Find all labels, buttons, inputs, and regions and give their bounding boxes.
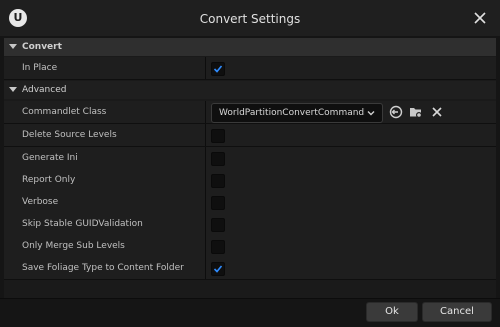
generate-ini-label: Generate Ini xyxy=(22,153,78,163)
row-divider xyxy=(205,124,206,146)
commandlet-class-label: Commandlet Class xyxy=(22,107,107,117)
skip-stable-guid-checkbox[interactable] xyxy=(211,218,225,232)
row-divider xyxy=(205,213,206,235)
verbose-checkbox[interactable] xyxy=(211,196,225,210)
row-only-merge-sub-levels: Only Merge Sub Levels xyxy=(4,235,496,258)
chevron-down-icon xyxy=(367,111,375,116)
section-convert-label: Convert xyxy=(22,42,62,52)
commandlet-class-value: WorldPartitionConvertCommandlet xyxy=(219,108,365,118)
only-merge-sub-levels-checkbox[interactable] xyxy=(211,240,225,254)
window-title: Convert Settings xyxy=(199,12,301,26)
details-panel: Convert In Place Advanced Commandlet Cla… xyxy=(4,38,496,298)
row-divider xyxy=(205,257,206,279)
delete-source-levels-checkbox[interactable] xyxy=(211,129,225,143)
clear-icon[interactable] xyxy=(429,104,445,120)
ok-button[interactable]: Ok xyxy=(366,302,418,322)
row-divider xyxy=(205,101,206,123)
row-in-place: In Place xyxy=(4,57,496,80)
row-commandlet-class: Commandlet Class WorldPartitionConvertCo… xyxy=(4,101,496,124)
save-foliage-type-checkbox[interactable] xyxy=(211,262,225,276)
row-save-foliage-type: Save Foliage Type to Content Folder xyxy=(4,257,496,280)
cancel-button[interactable]: Cancel xyxy=(422,302,492,322)
row-delete-source-levels: Delete Source Levels xyxy=(4,124,496,147)
footer-divider xyxy=(0,298,500,299)
row-divider xyxy=(205,147,206,169)
convert-settings-window: U Convert Settings Convert In Place Adva… xyxy=(0,0,500,327)
row-generate-ini: Generate Ini xyxy=(4,147,496,170)
in-place-label: In Place xyxy=(22,63,58,73)
report-only-label: Report Only xyxy=(22,175,76,185)
row-divider xyxy=(205,235,206,257)
chevron-down-icon xyxy=(9,44,17,49)
section-advanced[interactable]: Advanced xyxy=(4,81,496,99)
close-icon[interactable] xyxy=(470,8,490,28)
section-advanced-label: Advanced xyxy=(22,85,67,95)
row-verbose: Verbose xyxy=(4,191,496,214)
chevron-down-icon xyxy=(9,87,17,92)
verbose-label: Verbose xyxy=(22,197,59,207)
row-report-only: Report Only xyxy=(4,169,496,192)
use-selected-icon[interactable] xyxy=(388,104,404,120)
report-only-checkbox[interactable] xyxy=(211,174,225,188)
only-merge-sub-levels-label: Only Merge Sub Levels xyxy=(22,241,125,251)
row-divider xyxy=(205,57,206,79)
generate-ini-checkbox[interactable] xyxy=(211,152,225,166)
delete-source-levels-label: Delete Source Levels xyxy=(22,130,117,140)
title-bar: U Convert Settings xyxy=(0,0,500,36)
browse-icon[interactable] xyxy=(408,104,424,120)
save-foliage-type-label: Save Foliage Type to Content Folder xyxy=(22,263,184,273)
commandlet-class-dropdown[interactable]: WorldPartitionConvertCommandlet xyxy=(211,103,383,123)
in-place-checkbox[interactable] xyxy=(211,62,225,76)
skip-stable-guid-label: Skip Stable GUIDValidation xyxy=(22,219,143,229)
section-convert[interactable]: Convert xyxy=(4,38,496,56)
row-divider xyxy=(205,191,206,213)
row-divider xyxy=(205,169,206,191)
row-skip-stable-guid: Skip Stable GUIDValidation xyxy=(4,213,496,236)
